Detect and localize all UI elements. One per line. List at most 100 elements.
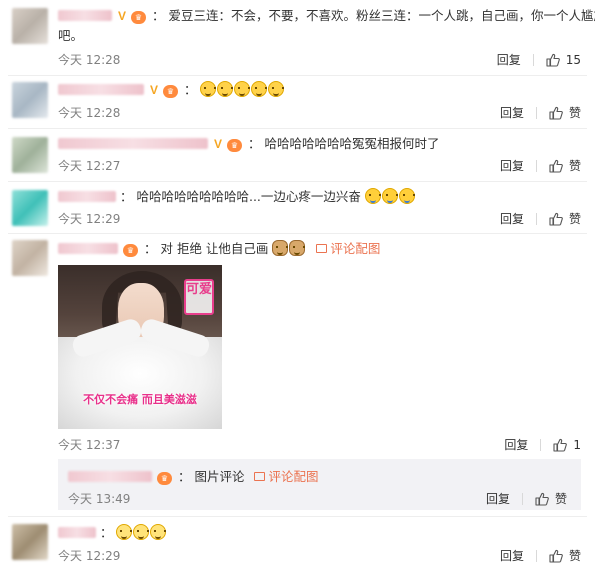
comment-actions: 回复 1	[504, 436, 581, 453]
like-label: 赞	[568, 212, 581, 226]
comment-text: ： 哈哈哈哈哈哈哈哈哈...一边心疼一边兴奋	[58, 188, 581, 206]
image-stamp: 可爱	[184, 279, 214, 315]
reply-button[interactable]: 回复	[500, 157, 524, 174]
username-blurred[interactable]	[58, 527, 96, 538]
like-count: 15	[565, 52, 581, 67]
avatar[interactable]	[12, 524, 48, 560]
like-button[interactable]: 赞	[549, 547, 581, 564]
thumbs-up-icon	[549, 159, 563, 173]
thumbs-up-icon	[549, 212, 563, 226]
laugh-cry-emoji-icon	[381, 188, 398, 204]
picture-icon	[254, 472, 266, 481]
comment-body: 哈哈哈哈哈哈哈哈哈...一边心疼一边兴奋	[136, 189, 361, 204]
comment-2: V ♛ ： 今天 12:28 回复 赞	[0, 76, 595, 129]
thumbs-up-icon	[553, 438, 568, 452]
comment-text: ：	[58, 524, 581, 542]
reply-button[interactable]: 回复	[497, 51, 521, 68]
comment-body: 爱豆三连：不会，不要，不喜欢。粉丝三连：一个人跳，自己画，你一个人尴尬	[168, 8, 595, 23]
timestamp: 今天 13:49	[68, 492, 131, 506]
like-count: 1	[573, 437, 581, 452]
sub-reply-actions: 回复 赞	[486, 490, 567, 507]
laugh-cry-emoji-icon	[364, 188, 381, 204]
yellow-face-emoji-icon	[116, 524, 133, 540]
comment-actions: 回复 15	[497, 51, 581, 68]
sub-reply-body: 图片评论	[194, 469, 245, 484]
image-caption: 不仅不会痛 而且美滋滋	[83, 393, 197, 406]
cat-emoji-icon	[200, 81, 217, 97]
reply-button[interactable]: 回复	[500, 104, 524, 121]
like-button[interactable]: 赞	[549, 157, 581, 174]
reply-button[interactable]: 回复	[500, 547, 524, 564]
thumbs-up-icon	[549, 106, 563, 120]
like-label: 赞	[554, 492, 567, 506]
yellow-face-emoji-icon	[150, 524, 167, 540]
like-label: 赞	[568, 159, 581, 173]
avatar[interactable]	[12, 82, 48, 118]
level-badge-icon: ♛	[226, 139, 242, 152]
comment-body: 对 拒绝 让他自己画	[160, 241, 269, 256]
comment-image[interactable]: 可爱 不仅不会痛 而且美滋滋	[58, 265, 222, 429]
comment-picture-link[interactable]: 评论配图	[316, 241, 380, 256]
cat-emoji-icon	[251, 81, 268, 97]
comment-body: 哈哈哈哈哈哈哈冤冤相报何时了	[264, 136, 440, 151]
like-button[interactable]: 赞	[535, 490, 567, 507]
comment-3: V ♛ ： 哈哈哈哈哈哈哈冤冤相报何时了 今天 12:27 回复 赞	[0, 129, 595, 181]
verified-v-icon: V	[213, 137, 222, 151]
cat-emoji-icon	[268, 81, 285, 97]
like-button[interactable]: 1	[553, 438, 581, 452]
doge-emoji-icon	[272, 240, 289, 256]
verified-v-icon: V	[149, 83, 158, 97]
thumbs-up-icon	[549, 549, 563, 563]
like-label: 赞	[568, 106, 581, 120]
username-blurred[interactable]	[58, 10, 112, 21]
reply-button[interactable]: 回复	[500, 210, 524, 227]
comment-text: V ♛ ：	[58, 81, 581, 99]
comment-text: V ♛ ： 爱豆三连：不会，不要，不喜欢。粉丝三连：一个人跳，自己画，你一个人尴…	[58, 7, 595, 25]
like-button[interactable]: 赞	[549, 210, 581, 227]
username-blurred[interactable]	[58, 84, 144, 95]
laugh-cry-emoji-icon	[398, 188, 415, 204]
verified-v-icon: V	[117, 9, 126, 23]
level-badge-icon: ♛	[122, 244, 138, 257]
sub-reply-text: ♛ ： 图片评论 评论配图	[68, 468, 571, 486]
username-blurred[interactable]	[58, 243, 118, 254]
timestamp: 今天 12:28	[58, 106, 121, 120]
username-blurred[interactable]	[68, 471, 152, 482]
timestamp: 今天 12:27	[58, 159, 121, 173]
avatar[interactable]	[12, 240, 48, 276]
comment-actions: 回复 赞	[500, 210, 581, 227]
picture-icon	[316, 244, 328, 253]
level-badge-icon: ♛	[130, 11, 146, 24]
comment-actions: 回复 赞	[500, 157, 581, 174]
thumbs-up-icon	[535, 492, 549, 506]
timestamp: 今天 12:29	[58, 212, 121, 226]
comment-text: V ♛ ： 哈哈哈哈哈哈哈冤冤相报何时了	[58, 135, 581, 153]
reply-button[interactable]: 回复	[504, 436, 528, 453]
timestamp: 今天 12:37	[58, 438, 121, 452]
like-button[interactable]: 赞	[549, 104, 581, 121]
avatar[interactable]	[12, 137, 48, 173]
avatar[interactable]	[12, 8, 48, 44]
username-blurred[interactable]	[58, 191, 116, 202]
comment-actions: 回复 赞	[500, 547, 581, 564]
level-badge-icon: ♛	[156, 472, 172, 485]
level-badge-icon: ♛	[162, 85, 178, 98]
thumbs-up-icon	[546, 53, 560, 67]
username-blurred[interactable]	[58, 138, 208, 149]
comment-actions: 回复 赞	[500, 104, 581, 121]
comment-picture-link[interactable]: 评论配图	[254, 469, 318, 484]
avatar[interactable]	[12, 190, 48, 226]
like-button[interactable]: 15	[546, 53, 581, 67]
cat-emoji-icon	[217, 81, 234, 97]
comment-6: ： 今天 12:29 回复 赞	[0, 517, 595, 569]
comment-text-continued: 吧。	[58, 28, 84, 43]
reply-button[interactable]: 回复	[486, 490, 510, 507]
doge-emoji-icon	[289, 240, 306, 256]
yellow-face-emoji-icon	[133, 524, 150, 540]
comment-text: ♛ ： 对 拒绝 让他自己画 评论配图	[58, 240, 581, 258]
timestamp: 今天 12:29	[58, 549, 121, 563]
comment-1: V ♛ ： 爱豆三连：不会，不要，不喜欢。粉丝三连：一个人跳，自己画，你一个人尴…	[0, 0, 595, 76]
cat-emoji-icon	[234, 81, 251, 97]
comment-4: ： 哈哈哈哈哈哈哈哈哈...一边心疼一边兴奋 今天 12:29 回复 赞	[0, 182, 595, 234]
timestamp: 今天 12:28	[58, 53, 121, 67]
